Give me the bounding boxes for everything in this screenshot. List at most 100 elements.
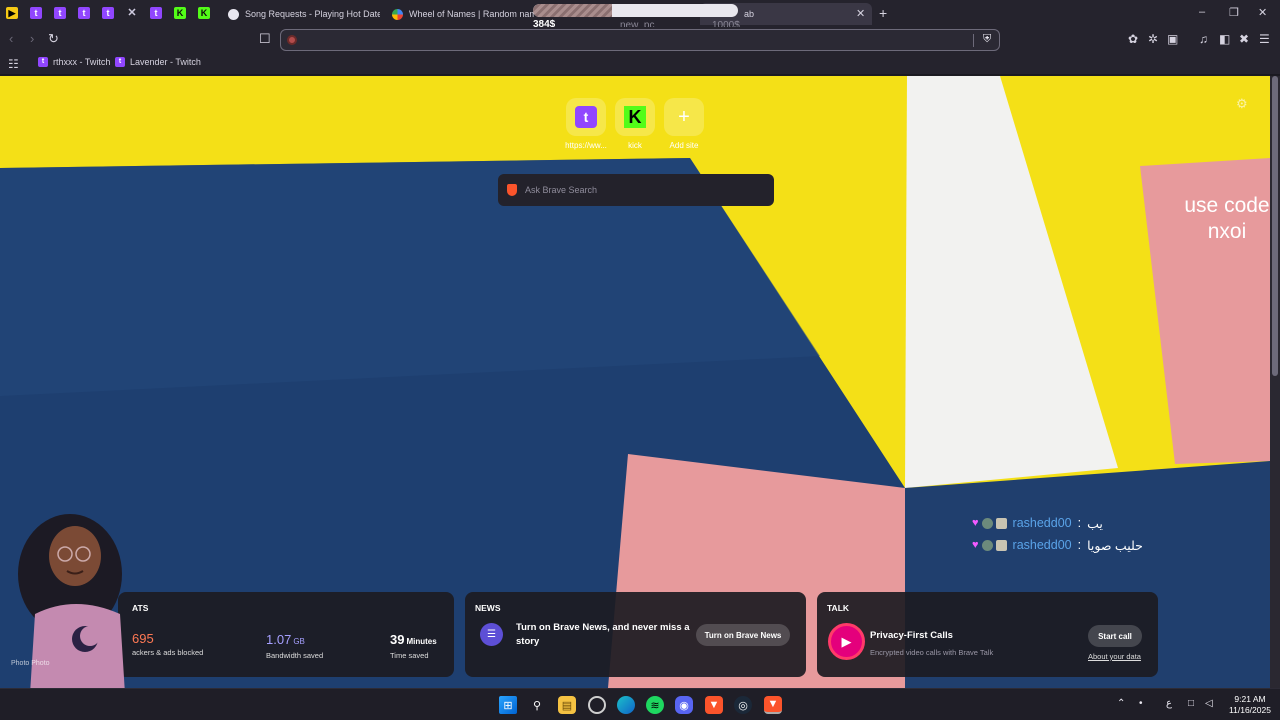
chrome-icon[interactable] xyxy=(588,696,606,714)
clock-date: 11/16/2025 xyxy=(1229,705,1271,715)
youtube-music-icon: ▶ xyxy=(6,7,18,19)
forward-button[interactable]: › xyxy=(30,31,34,46)
chat-username: rashedd00 xyxy=(1012,516,1072,530)
apps-grid-icon[interactable]: ☷ xyxy=(8,57,19,71)
avatar-badge-icon xyxy=(995,539,1007,551)
globe-badge-icon xyxy=(981,539,993,551)
pinned-tab-twitch[interactable]: t xyxy=(146,4,166,22)
extensions-icon[interactable]: ✲ xyxy=(1148,32,1158,46)
stream-overlay-text: use code nxoi xyxy=(1184,194,1270,243)
pinned-tab-twitch[interactable]: t xyxy=(26,4,46,22)
site-tile: + xyxy=(664,98,704,136)
twitch-icon: t xyxy=(38,57,48,67)
twitch-icon: t xyxy=(150,7,162,19)
talk-subtitle: Encrypted video calls with Brave Talk xyxy=(870,648,994,657)
search-input[interactable] xyxy=(525,185,745,195)
news-widget: NEWS ☰ Turn on Brave News, and never mis… xyxy=(465,592,806,677)
pinned-tab-kick[interactable]: K xyxy=(194,4,214,22)
tab-wheel-of-names[interactable]: Wheel of Names | Random name pi xyxy=(384,3,534,25)
spotify-icon[interactable]: ≋ xyxy=(646,696,664,714)
media-controls-icon[interactable]: ♫ xyxy=(1199,32,1208,46)
site-label: https://ww... xyxy=(565,141,607,150)
video-camera-icon: ▶ xyxy=(828,623,865,660)
brave-lion-icon xyxy=(507,184,517,196)
menu-icon[interactable]: ☰ xyxy=(1259,32,1270,46)
scrollbar-thumb[interactable] xyxy=(1272,76,1278,376)
chat-text: حليب صويا xyxy=(1087,538,1143,553)
twitch-icon: t xyxy=(54,7,66,19)
stat-time: 39 Minutes Time saved xyxy=(390,631,437,660)
new-tab-button[interactable]: + xyxy=(879,5,887,21)
windows-taskbar: ⊞ ⚲ ▤ ≋ ◉ ▼ ◎ ▼ ⌃ • ع □ ◁ 9:21 AM 11/16/… xyxy=(0,688,1280,720)
address-bar[interactable]: ⛨ xyxy=(280,29,1000,51)
gear-icon[interactable]: ⚙ xyxy=(1236,96,1248,112)
plus-icon: + xyxy=(678,105,690,128)
top-site-kick[interactable]: K kick xyxy=(615,98,655,150)
keyboard-language[interactable]: ع xyxy=(1166,698,1172,709)
photo-credit: Photo Photo xyxy=(11,660,50,667)
brave-nightly-icon[interactable]: ▼ xyxy=(764,696,782,714)
discord-icon[interactable]: ◉ xyxy=(675,696,693,714)
pinned-tab-twitch[interactable]: t xyxy=(98,4,118,22)
bandwidth-label: Bandwidth saved xyxy=(266,651,324,660)
pinned-tab-youtube-music[interactable]: ▶ xyxy=(2,4,22,22)
bookmark-label: Lavender - Twitch xyxy=(130,57,201,67)
bandwidth-value: 1.07 xyxy=(266,632,292,647)
pinned-tab-twitch[interactable]: t xyxy=(50,4,70,22)
screenshot-icon[interactable]: ▣ xyxy=(1167,32,1178,46)
microphone-icon[interactable]: • xyxy=(1139,698,1143,709)
twitch-icon: t xyxy=(78,7,90,19)
kick-extension-icon[interactable]: ✖ xyxy=(1239,32,1249,46)
about-data-link[interactable]: About your data xyxy=(1088,652,1141,661)
news-promo-text: Turn on Brave News, and never miss a sto… xyxy=(516,622,690,647)
top-site-twitch[interactable]: t https://ww... xyxy=(565,98,607,150)
site-tile: t xyxy=(566,98,606,136)
pinned-tab-kick[interactable]: K xyxy=(170,4,190,22)
tab-title: Wheel of Names | Random name pi xyxy=(409,9,534,19)
tab-song-requests[interactable]: Song Requests - Playing Hot Date! & xyxy=(220,3,380,25)
site-info-icon[interactable] xyxy=(287,35,297,45)
twitch-icon: t xyxy=(102,7,114,19)
brave-shields-icon[interactable]: ⛨ xyxy=(983,33,991,46)
close-window-button[interactable]: ✕ xyxy=(1258,6,1267,19)
back-button[interactable]: ‹ xyxy=(9,31,13,46)
news-icon: ☰ xyxy=(480,623,503,646)
system-clock[interactable]: 9:21 AM 11/16/2025 xyxy=(1226,694,1274,716)
steam-icon[interactable]: ◎ xyxy=(734,696,752,714)
address-divider xyxy=(973,34,974,47)
turn-on-news-button[interactable]: Turn on Brave News xyxy=(696,624,790,646)
tray-chevron-icon[interactable]: ⌃ xyxy=(1117,698,1125,709)
bookmark-lavender[interactable]: t Lavender - Twitch xyxy=(115,57,201,67)
start-call-button[interactable]: Start call xyxy=(1088,625,1142,647)
talk-heading: Privacy-First Calls xyxy=(870,630,953,641)
network-icon[interactable]: □ xyxy=(1188,698,1194,709)
page-scrollbar[interactable] xyxy=(1270,76,1280,688)
add-site-button[interactable]: + Add site xyxy=(664,98,704,150)
chat-username: rashedd00 xyxy=(1012,538,1072,552)
leo-ai-icon[interactable]: ✿ xyxy=(1128,32,1138,46)
chat-separator: : xyxy=(1077,538,1082,552)
time-value: 39 xyxy=(390,632,405,647)
chat-message: ♥ rashedd00 : يب xyxy=(972,512,1143,534)
search-icon[interactable]: ⚲ xyxy=(528,696,546,714)
reload-button[interactable]: ↻ xyxy=(48,31,59,47)
avatar-badge-icon xyxy=(995,517,1007,529)
file-explorer-icon[interactable]: ▤ xyxy=(558,696,576,714)
edge-icon[interactable] xyxy=(617,696,635,714)
close-icon[interactable]: ✕ xyxy=(856,7,865,20)
time-unit: Minutes xyxy=(406,637,437,646)
brave-icon[interactable]: ▼ xyxy=(705,696,723,714)
new-tab-page: t https://ww... K kick + Add site ⚙ use … xyxy=(0,76,1270,688)
windows-start-icon[interactable]: ⊞ xyxy=(499,696,517,714)
clock-time: 9:21 AM xyxy=(1234,694,1266,704)
volume-icon[interactable]: ◁ xyxy=(1205,698,1213,709)
restore-button[interactable]: ❐ xyxy=(1229,6,1239,19)
minimize-button[interactable]: – xyxy=(1199,6,1205,18)
brave-search-box[interactable] xyxy=(498,174,774,206)
sidebar-icon[interactable]: ◧ xyxy=(1219,32,1230,46)
pinned-tab-twitch[interactable]: t xyxy=(74,4,94,22)
pinned-tab-muted[interactable]: ✕ xyxy=(122,4,142,22)
wheel-icon xyxy=(392,8,403,20)
bookmark-icon[interactable]: ☐ xyxy=(259,31,271,47)
bookmark-rthxxx[interactable]: t rthxxx - Twitch xyxy=(38,57,110,67)
